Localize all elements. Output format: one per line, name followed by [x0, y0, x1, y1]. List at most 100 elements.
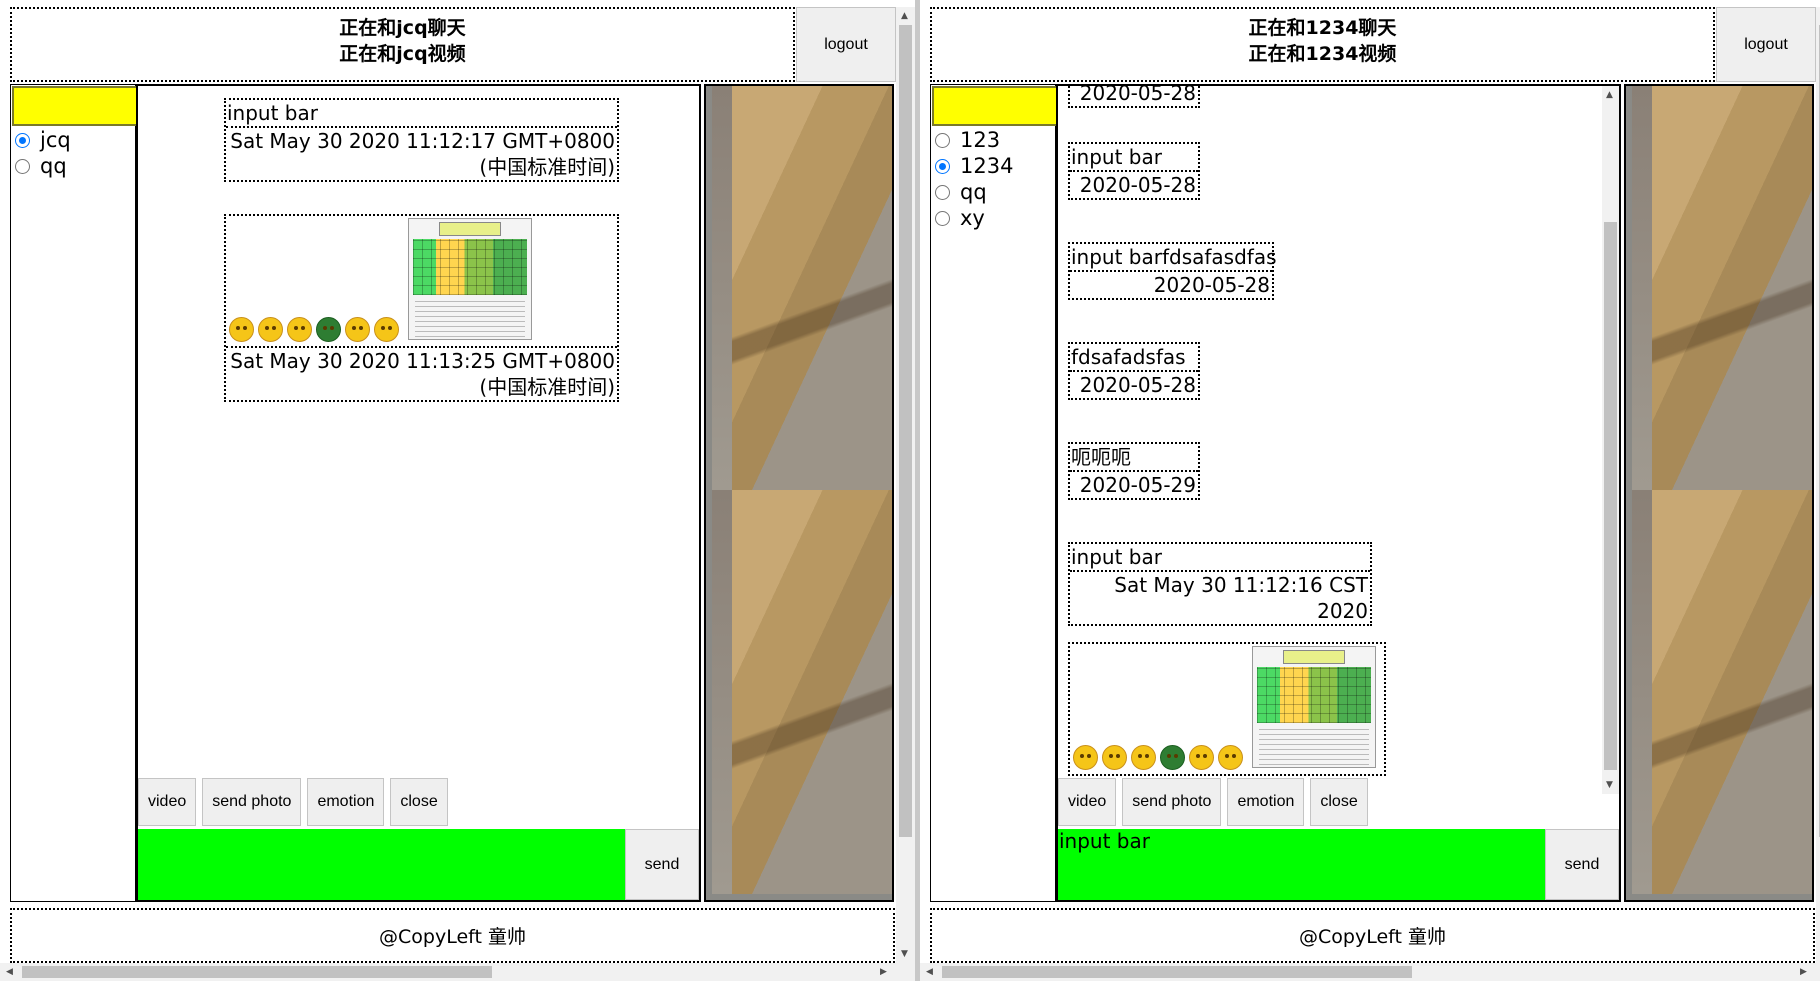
chat-toolbar: video send photo emotion close	[1058, 778, 1368, 826]
horizontal-scrollbar[interactable]: ◀ ▶	[0, 963, 915, 981]
contact-list-header	[12, 86, 139, 126]
logout-button[interactable]: logout	[1716, 7, 1816, 82]
contact-item-qq[interactable]: qq	[15, 153, 71, 179]
scroll-right-icon[interactable]: ▶	[880, 967, 887, 977]
contact-radio[interactable]	[935, 184, 950, 200]
keyboard-chart-image	[1252, 646, 1376, 768]
contact-item-xy[interactable]: xy	[935, 205, 1013, 231]
message-time: 2020-05-28	[1079, 373, 1196, 397]
chat-status-title: 正在和jcq聊天	[339, 17, 466, 39]
chat-window-left: 正在和jcq聊天 正在和jcq视频 logout jcq qq input ba…	[0, 0, 915, 981]
message-bubble	[1068, 642, 1386, 776]
message-list-scrollbar[interactable]: ▲ ▼	[1602, 86, 1619, 794]
contact-radio[interactable]	[935, 158, 950, 174]
scrollbar-thumb[interactable]	[1604, 222, 1617, 770]
scrollbar-thumb[interactable]	[899, 25, 912, 837]
message-media	[226, 216, 617, 348]
message-text: input barfdsafasdfas	[1070, 244, 1277, 272]
send-button[interactable]: send	[1545, 829, 1619, 900]
message-input[interactable]	[138, 829, 625, 900]
chat-status-title: 正在和1234聊天	[1248, 17, 1397, 39]
scroll-left-icon[interactable]: ◀	[926, 967, 933, 977]
vertical-scrollbar[interactable]: ▲ ▼	[896, 7, 915, 963]
video-feed-remote	[1632, 86, 1812, 490]
scrollbar-thumb[interactable]	[942, 966, 1412, 978]
page-footer: @CopyLeft 童帅	[10, 908, 895, 963]
squint-emoji-icon	[1102, 745, 1127, 770]
grin-emoji-icon	[287, 317, 312, 342]
contact-list-header	[932, 86, 1059, 126]
video-button[interactable]: video	[1058, 778, 1117, 826]
grimace-emoji-icon	[345, 317, 370, 342]
page-footer: @CopyLeft 童帅	[930, 908, 1815, 963]
message-time: 2020-05-28	[1079, 173, 1196, 197]
contact-list-panel: 123 1234 qq xy	[930, 84, 1059, 902]
scroll-up-icon[interactable]: ▲	[1606, 90, 1613, 100]
contact-radio[interactable]	[935, 132, 950, 148]
message-text: fdsafadsfas	[1070, 344, 1198, 372]
grimace-emoji-icon	[1189, 745, 1214, 770]
scrollbar-thumb[interactable]	[22, 966, 492, 978]
message-list[interactable]: 2020-05-28 input bar 2020-05-28 input ba…	[1058, 86, 1602, 776]
contact-label: 1234	[960, 154, 1014, 178]
scroll-right-icon[interactable]: ▶	[1800, 967, 1807, 977]
message-time: 2020-05-28	[1079, 86, 1196, 105]
message-bubble: input bar Sat May 30 2020 11:12:17 GMT+0…	[224, 98, 619, 182]
contact-item-1234[interactable]: 1234	[935, 153, 1013, 179]
scroll-up-icon[interactable]: ▲	[901, 11, 908, 21]
smile-emoji-icon	[229, 317, 254, 342]
message-time: Sat May 30 2020 11:13:25 GMT+0800 (中国标准时…	[230, 349, 615, 399]
chat-panel: input bar Sat May 30 2020 11:12:17 GMT+0…	[136, 84, 701, 902]
contact-label: qq	[960, 180, 987, 204]
contact-radio[interactable]	[15, 132, 30, 148]
close-button[interactable]: close	[390, 778, 448, 826]
message-text: input bar	[226, 100, 617, 128]
chat-panel: 2020-05-28 input bar 2020-05-28 input ba…	[1056, 84, 1621, 902]
message-text: 呃呃呃	[1070, 444, 1198, 472]
close-button[interactable]: close	[1310, 778, 1368, 826]
message-text: input bar	[1070, 544, 1370, 572]
message-bubble: 呃呃呃 2020-05-29	[1068, 442, 1200, 500]
chat-toolbar: video send photo emotion close	[138, 778, 448, 826]
video-feed-local	[712, 490, 892, 894]
contact-item-123[interactable]: 123	[935, 127, 1013, 153]
scroll-down-icon[interactable]: ▼	[1606, 780, 1613, 790]
contact-label: qq	[40, 154, 67, 178]
contact-radio[interactable]	[15, 158, 30, 174]
message-bubble: fdsafadsfas 2020-05-28	[1068, 342, 1200, 400]
message-list[interactable]: input bar Sat May 30 2020 11:12:17 GMT+0…	[138, 86, 699, 776]
contact-label: xy	[960, 206, 985, 230]
dizzy-emoji-icon	[374, 317, 399, 342]
contact-list-panel: jcq qq	[10, 84, 139, 902]
send-photo-button[interactable]: send photo	[202, 778, 302, 826]
message-bubble: input barfdsafasdfas 2020-05-28	[1068, 242, 1277, 300]
message-time: 2020-05-28	[1153, 273, 1270, 297]
horizontal-scrollbar[interactable]: ◀ ▶	[920, 963, 1820, 981]
message-media	[1070, 644, 1384, 774]
logout-button[interactable]: logout	[796, 7, 896, 82]
contact-radio[interactable]	[935, 210, 950, 226]
message-bubble: input bar 2020-05-28	[1068, 142, 1200, 200]
scroll-left-icon[interactable]: ◀	[6, 967, 13, 977]
contact-label: jcq	[40, 128, 71, 152]
emotion-button[interactable]: emotion	[1227, 778, 1305, 826]
contact-item-qq[interactable]: qq	[935, 179, 1013, 205]
message-bubble: Sat May 30 2020 11:13:25 GMT+0800 (中国标准时…	[224, 214, 619, 402]
message-time: Sat May 30 11:12:16 CST 2020	[1114, 573, 1368, 623]
contact-item-jcq[interactable]: jcq	[15, 127, 71, 153]
message-input[interactable]: input bar	[1058, 829, 1545, 900]
smile-emoji-icon	[1073, 745, 1098, 770]
scroll-down-icon[interactable]: ▼	[901, 949, 908, 959]
send-button[interactable]: send	[625, 829, 699, 900]
squint-emoji-icon	[258, 317, 283, 342]
video-status-title: 正在和1234视频	[1248, 43, 1397, 65]
send-photo-button[interactable]: send photo	[1122, 778, 1222, 826]
video-feed	[704, 84, 894, 902]
emotion-button[interactable]: emotion	[307, 778, 385, 826]
video-feed-local	[1632, 490, 1812, 894]
chat-header: 正在和jcq聊天 正在和jcq视频	[10, 7, 795, 82]
message-bubble: input bar Sat May 30 11:12:16 CST 2020	[1068, 542, 1372, 626]
video-button[interactable]: video	[138, 778, 197, 826]
turtle-emoji-icon	[316, 317, 341, 342]
vertical-scrollbar[interactable]: ▲ ▼	[1816, 7, 1820, 963]
